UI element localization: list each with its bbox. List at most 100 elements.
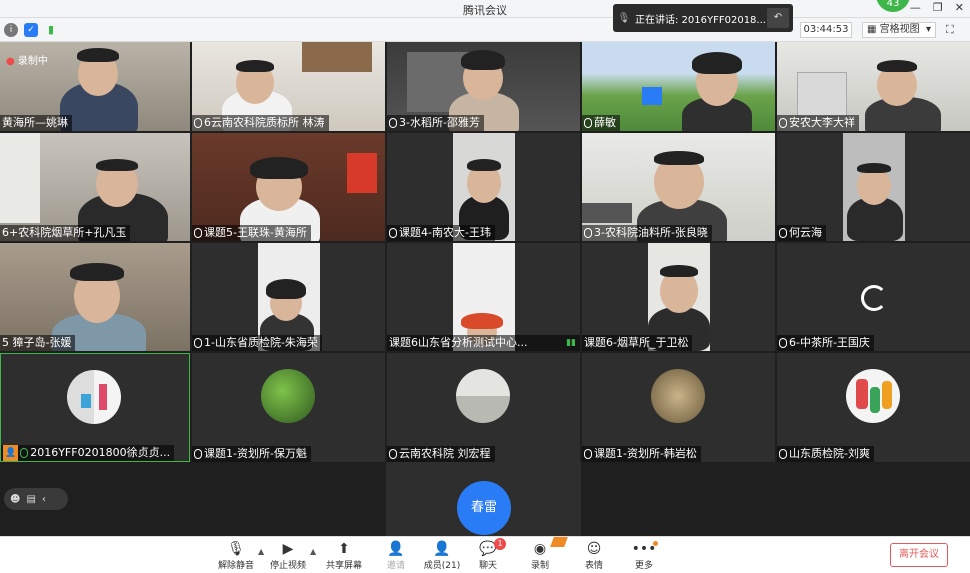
close-icon[interactable]: ✕	[955, 1, 964, 14]
window-light	[0, 133, 40, 223]
video-tile[interactable]: 课题1-资划所-保万魁	[192, 353, 385, 462]
view-mode-select[interactable]: ▦ 宫格视图 ▾	[862, 22, 936, 38]
participant-name-text: 何云海	[789, 226, 822, 239]
window-controls: — ❐ ✕	[910, 1, 964, 14]
video-tile[interactable]: 云南农科院 刘宏程	[387, 353, 580, 462]
invite-label: 邀请	[386, 561, 405, 571]
avatar[interactable]: 春雷	[457, 481, 511, 535]
new-tag	[550, 537, 568, 547]
record-label: 录制	[530, 561, 549, 571]
video-tile[interactable]: 3-农科院油料所-张良晓	[582, 133, 775, 241]
members-button[interactable]: 👤 成员(21)	[420, 540, 464, 571]
participant-name: 课题1-资划所-韩岩松	[582, 446, 701, 462]
video-tile[interactable]: ● 录制中 黄海所—姚琳	[0, 42, 190, 131]
signal-icon[interactable]: ▮	[44, 23, 58, 37]
minimize-icon[interactable]: —	[910, 1, 921, 14]
chevron-left-icon[interactable]: ‹	[42, 494, 46, 505]
stop-video-button[interactable]: ▶ 停止视频	[266, 540, 310, 571]
emoji-label: 表情	[584, 561, 603, 571]
mic-icon	[194, 118, 202, 128]
host-icon: 👤	[3, 445, 19, 461]
chat-badge: 1	[494, 538, 506, 550]
video-tile[interactable]: 何云海	[777, 133, 970, 241]
chat-label: 聊天	[478, 561, 497, 571]
mic-icon	[194, 449, 202, 459]
mic-icon	[779, 338, 787, 348]
info-icon[interactable]: i	[4, 23, 18, 37]
caret-up-icon[interactable]: ▲	[258, 547, 264, 556]
invite-icon: 👤	[387, 541, 405, 557]
participant-hair	[461, 50, 505, 70]
participant-name-text: 1-山东省质检院-朱海荣	[204, 336, 318, 349]
share-screen-label: 共享屏幕	[325, 561, 362, 571]
restore-icon[interactable]: ❐	[933, 1, 943, 14]
mic-icon	[389, 228, 397, 238]
chat-button[interactable]: 💬 聊天 1	[466, 538, 510, 571]
view-mode-label: 宫格视图	[879, 24, 920, 35]
participant-name-text: 课题6-烟草所_于卫松	[584, 336, 689, 349]
speaking-indicator: 🎙 正在讲话: 2016YFF02018... ↶	[613, 4, 793, 32]
more-icon: •••	[631, 541, 657, 557]
video-tile[interactable]: 课题6-烟草所_于卫松	[582, 243, 775, 351]
background-desk	[582, 203, 632, 223]
participant-hair	[654, 151, 704, 165]
avatar	[456, 369, 510, 423]
video-tile[interactable]: 6云南农科院质标所 林涛	[192, 42, 385, 131]
participant-name: 3-农科院油料所-张良晓	[582, 225, 712, 241]
participant-name-text: 课题5-王联珠-黄海所	[204, 226, 307, 239]
video-tile[interactable]: 薛敏	[582, 42, 775, 131]
video-tile[interactable]: 安农大李大祥	[777, 42, 970, 131]
meeting-toolbar: 🎙 解除静音 ▲ ▶ 停止视频 ▲ ⬆ 共享屏幕 👤 邀请 👤 成员(21) 💬…	[0, 536, 970, 573]
emoji-icon[interactable]: ☻	[10, 494, 20, 505]
share-screen-button[interactable]: ⬆ 共享屏幕	[322, 540, 366, 571]
avatar	[67, 370, 121, 424]
notification-dot	[653, 541, 658, 546]
invite-button[interactable]: 👤 邀请	[374, 540, 418, 571]
comment-icon[interactable]: ▤	[26, 494, 35, 505]
video-tile[interactable]: 1-山东省质检院-朱海荣	[192, 243, 385, 351]
mic-icon	[194, 338, 202, 348]
video-tile[interactable]: 山东质检院-刘爽	[777, 353, 970, 462]
participant-name-text: 5 獐子岛-张媛	[2, 336, 72, 349]
participant-name-text: 课题6山东省分析测试中心...	[389, 336, 528, 349]
back-icon[interactable]: ↶	[767, 8, 789, 28]
video-grid: ● 录制中 黄海所—姚琳 6云南农科院质标所 林涛 3-水稻所-邵雅芳 薛敏 安…	[0, 42, 970, 462]
participant-name: 6-中茶所-王国庆	[777, 335, 874, 351]
participant-hair	[461, 313, 503, 329]
avatar-shape	[882, 381, 892, 409]
video-tile[interactable]: 5 獐子岛-张媛	[0, 243, 190, 351]
participant-name: 课题5-王联珠-黄海所	[192, 225, 311, 241]
video-tile[interactable]: 课题4-南农大-王玮	[387, 133, 580, 241]
more-button[interactable]: ••• 更多	[622, 540, 666, 571]
mic-icon	[584, 118, 592, 128]
video-tile[interactable]: 课题1-资划所-韩岩松	[582, 353, 775, 462]
emoji-button[interactable]: ☺ 表情	[572, 540, 616, 571]
caret-up-icon[interactable]: ▲	[310, 547, 316, 556]
participant-hair	[70, 263, 124, 281]
video-tile[interactable]: 课题6山东省分析测试中心... ▮▮	[387, 243, 580, 351]
participant-name-text: 6+农科院烟草所+孔凡玉	[2, 226, 127, 239]
mic-icon	[584, 228, 592, 238]
video-tile[interactable]: 👤 2016YFF0201800徐贞贞...	[0, 353, 190, 462]
participant-hair	[96, 159, 138, 171]
shield-icon[interactable]: ✓	[24, 23, 38, 37]
participant-name: 👤 2016YFF0201800徐贞贞...	[1, 445, 175, 461]
video-tile[interactable]: 3-水稻所-邵雅芳	[387, 42, 580, 131]
background-shelf	[797, 72, 847, 117]
emoji-icon: ☺	[586, 541, 602, 557]
avatar-shape	[81, 394, 91, 408]
chat-pill[interactable]: ☻ ▤ ‹	[4, 488, 68, 510]
mic-icon	[389, 449, 397, 459]
video-tile[interactable]: 6-中茶所-王国庆	[777, 243, 970, 351]
participant-hair	[857, 163, 891, 173]
participant-name: 山东质检院-刘爽	[777, 446, 874, 462]
leave-meeting-button[interactable]: 离开会议	[890, 543, 948, 567]
participant-name-text: 课题1-资划所-韩岩松	[594, 447, 697, 460]
wall-frame	[302, 42, 372, 72]
video-tile[interactable]: 6+农科院烟草所+孔凡玉	[0, 133, 190, 241]
unmute-button[interactable]: 🎙 解除静音	[214, 540, 258, 571]
video-tile[interactable]: 课题5-王联珠-黄海所	[192, 133, 385, 241]
participant-name: 6云南农科院质标所 林涛	[192, 115, 329, 131]
mic-icon	[779, 449, 787, 459]
fullscreen-icon[interactable]: ⛶	[946, 23, 954, 37]
